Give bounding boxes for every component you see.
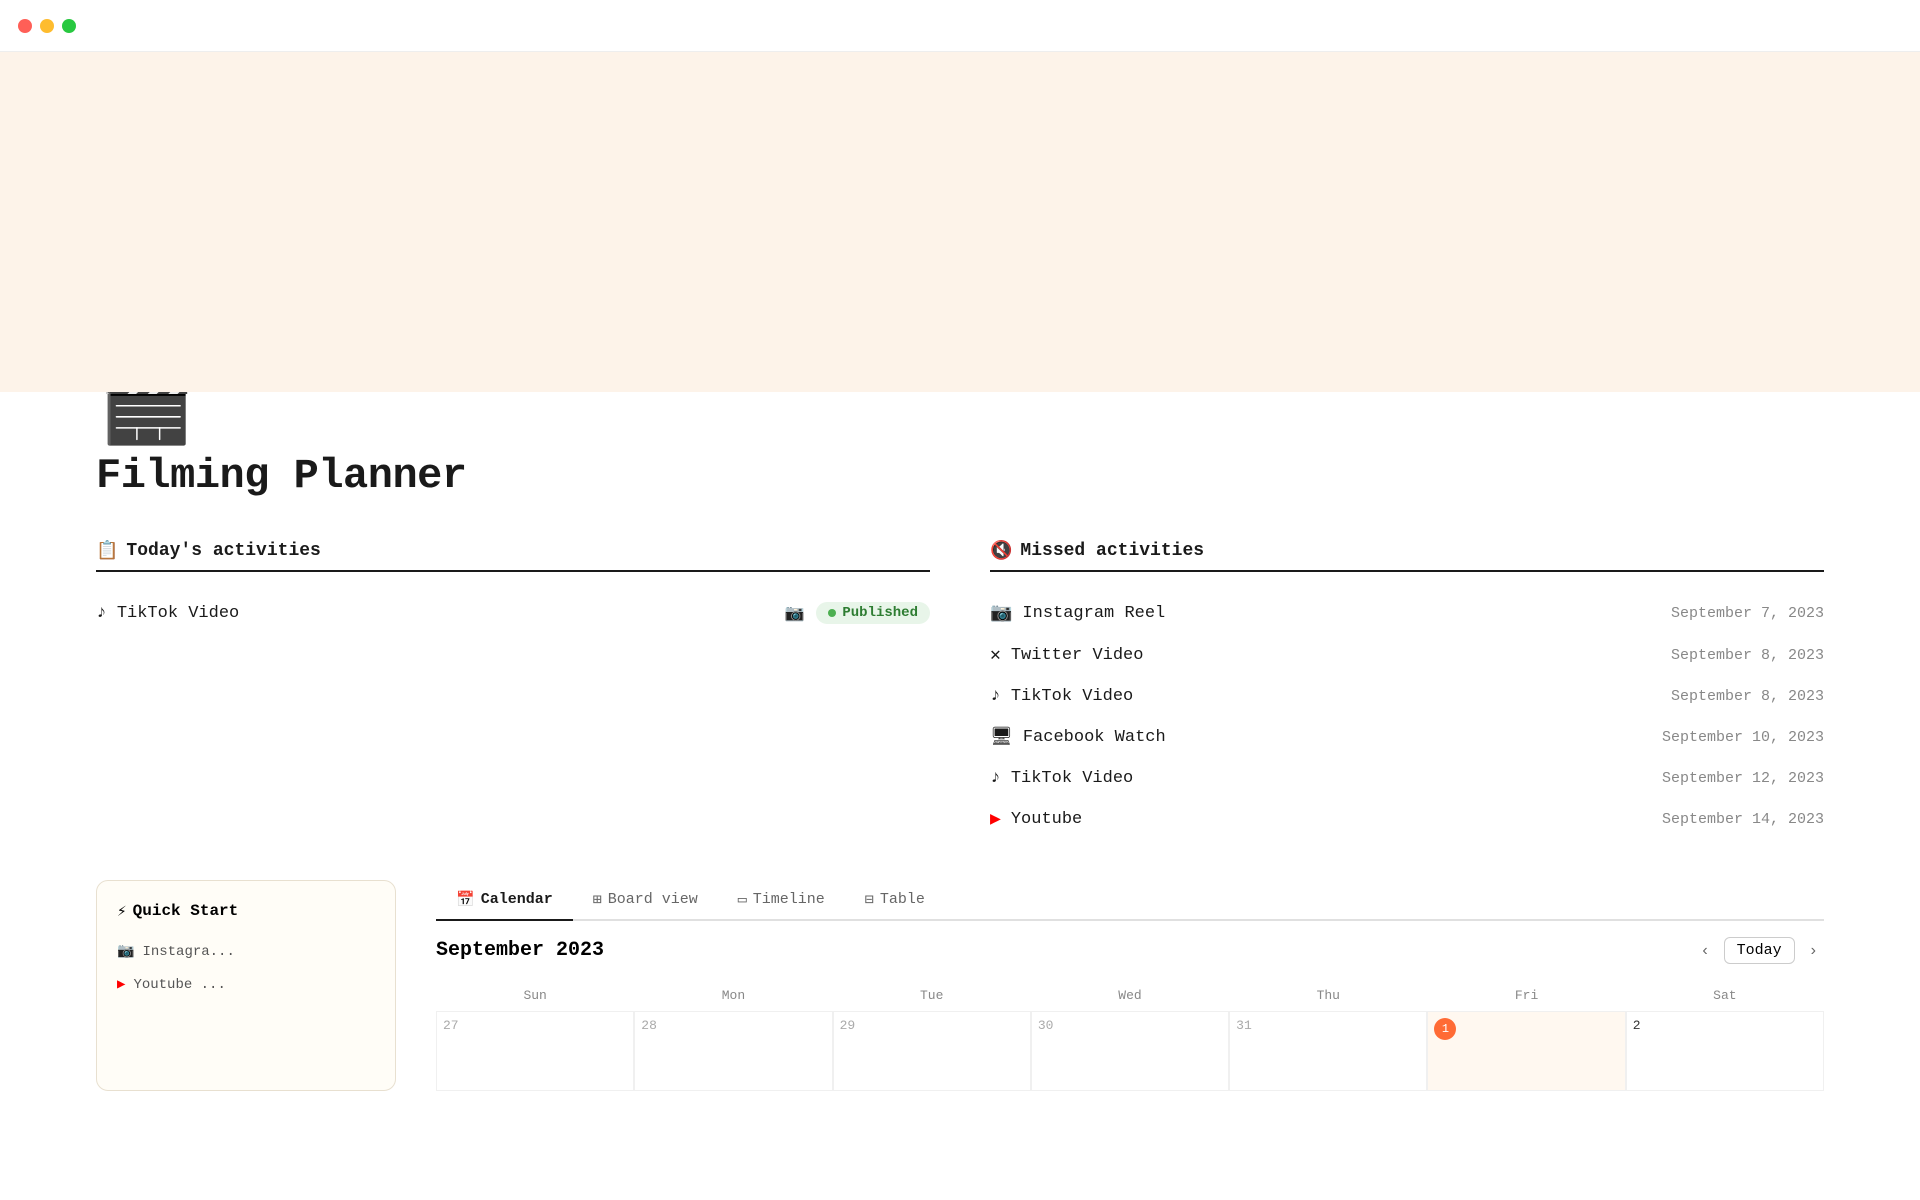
missed-left-1: ✕ Twitter Video: [990, 644, 1143, 666]
today-activity-name: TikTok Video: [117, 604, 239, 623]
day-header-sun: Sun: [436, 980, 634, 1011]
missed-icon: 🔇: [990, 540, 1012, 562]
today-date-indicator: 1: [1434, 1018, 1456, 1040]
calendar-section: 📅 Calendar ⊞ Board view ▭ Timeline ⊟ Tab…: [436, 880, 1824, 1091]
close-button[interactable]: [18, 19, 32, 33]
tiktok-icon: ♪: [96, 603, 107, 623]
today-button[interactable]: Today: [1724, 937, 1795, 964]
cal-cell-29[interactable]: 29: [833, 1011, 1031, 1091]
calendar-tabs: 📅 Calendar ⊞ Board view ▭ Timeline ⊟ Tab…: [436, 880, 1824, 921]
tab-timeline[interactable]: ▭ Timeline: [718, 880, 845, 921]
facebook-icon-3: 🖥: [990, 726, 1013, 748]
qs-youtube-icon: ▶: [117, 976, 125, 993]
twitter-icon-1: ✕: [990, 644, 1001, 666]
maximize-button[interactable]: [62, 19, 76, 33]
missed-row-0[interactable]: 📷 Instagram Reel September 7, 2023: [990, 592, 1824, 634]
cal-cell-31[interactable]: 31: [1229, 1011, 1427, 1091]
page-title: Filming Planner: [96, 452, 1824, 500]
titlebar: [0, 0, 1920, 52]
bottom-section: ⚡ Quick Start 📷 Instagra... ▶ Youtube ..…: [96, 880, 1824, 1091]
day-header-thu: Thu: [1229, 980, 1427, 1011]
qs-item-1[interactable]: ▶ Youtube ...: [117, 968, 375, 1001]
missed-row-2[interactable]: ♪ TikTok Video September 8, 2023: [990, 676, 1824, 716]
missed-activities-panel: 🔇 Missed activities 📷 Instagram Reel Sep…: [990, 540, 1824, 840]
today-activities-header: 📋 Today's activities: [96, 540, 930, 572]
missed-row-1[interactable]: ✕ Twitter Video September 8, 2023: [990, 634, 1824, 676]
timeline-tab-icon: ▭: [738, 890, 747, 909]
calendar-nav: ‹ Today ›: [1694, 937, 1824, 964]
missed-row-3[interactable]: 🖥 Facebook Watch September 10, 2023: [990, 716, 1824, 758]
calendar-tab-icon: 📅: [456, 890, 475, 909]
day-header-mon: Mon: [634, 980, 832, 1011]
cal-cell-sep1[interactable]: 1: [1427, 1011, 1625, 1091]
tab-calendar[interactable]: 📅 Calendar: [436, 880, 573, 921]
youtube-icon-5: ▶: [990, 808, 1001, 830]
today-activity-left: ♪ TikTok Video: [96, 603, 239, 623]
cal-cell-27[interactable]: 27: [436, 1011, 634, 1091]
board-tab-icon: ⊞: [593, 890, 602, 909]
tiktok-icon-2: ♪: [990, 686, 1001, 706]
camera-icon: 📷: [784, 603, 804, 623]
hero-banner: [0, 52, 1920, 392]
missed-left-0: 📷 Instagram Reel: [990, 602, 1165, 624]
instagram-icon-0: 📷: [990, 602, 1012, 624]
missed-row-5[interactable]: ▶ Youtube September 14, 2023: [990, 798, 1824, 840]
tab-board-view[interactable]: ⊞ Board view: [573, 880, 718, 921]
cal-cell-sep2[interactable]: 2: [1626, 1011, 1824, 1091]
day-header-tue: Tue: [833, 980, 1031, 1011]
today-activity-row[interactable]: ♪ TikTok Video 📷 Published: [96, 592, 930, 634]
missed-activities-header: 🔇 Missed activities: [990, 540, 1824, 572]
missed-left-5: ▶ Youtube: [990, 808, 1082, 830]
activities-section: 📋 Today's activities ♪ TikTok Video 📷 Pu…: [96, 540, 1824, 840]
table-tab-icon: ⊟: [865, 890, 874, 909]
today-icon: 📋: [96, 540, 118, 562]
day-header-wed: Wed: [1031, 980, 1229, 1011]
tiktok-icon-4: ♪: [990, 768, 1001, 788]
missed-left-4: ♪ TikTok Video: [990, 768, 1133, 788]
lightning-icon: ⚡: [117, 901, 127, 921]
tab-table[interactable]: ⊟ Table: [845, 880, 945, 921]
day-header-fri: Fri: [1427, 980, 1625, 1011]
calendar-month-label: September 2023: [436, 939, 604, 962]
missed-row-4[interactable]: ♪ TikTok Video September 12, 2023: [990, 758, 1824, 798]
status-dot: [828, 609, 836, 617]
today-activity-right: 📷 Published: [784, 602, 930, 624]
cal-cell-28[interactable]: 28: [634, 1011, 832, 1091]
minimize-button[interactable]: [40, 19, 54, 33]
qs-instagram-icon: 📷: [117, 943, 134, 960]
cal-cell-30[interactable]: 30: [1031, 1011, 1229, 1091]
next-month-button[interactable]: ›: [1803, 938, 1824, 964]
calendar-grid: Sun Mon Tue Wed Thu Fri Sat 27 28 29 30: [436, 980, 1824, 1091]
status-badge: Published: [816, 602, 930, 624]
qs-item-0[interactable]: 📷 Instagra...: [117, 935, 375, 968]
calendar-header: September 2023 ‹ Today ›: [436, 937, 1824, 964]
today-activities-panel: 📋 Today's activities ♪ TikTok Video 📷 Pu…: [96, 540, 930, 840]
missed-left-2: ♪ TikTok Video: [990, 686, 1133, 706]
prev-month-button[interactable]: ‹: [1694, 938, 1715, 964]
quick-start-card: ⚡ Quick Start 📷 Instagra... ▶ Youtube ..…: [96, 880, 396, 1091]
quick-start-title: ⚡ Quick Start: [117, 901, 375, 921]
day-header-sat: Sat: [1626, 980, 1824, 1011]
page-content: 🎬 Filming Planner 📋 Today's activities ♪…: [0, 362, 1920, 1091]
missed-left-3: 🖥 Facebook Watch: [990, 726, 1166, 748]
